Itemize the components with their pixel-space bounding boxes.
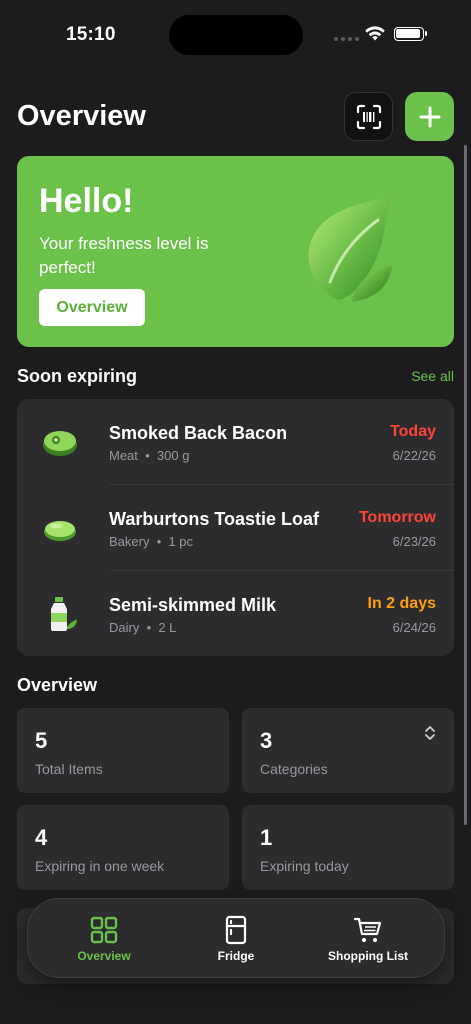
fridge-icon (225, 915, 247, 945)
item-name: Warburtons Toastie Loaf (109, 509, 320, 529)
wifi-icon (365, 26, 385, 41)
item-date: 6/24/26 (392, 620, 436, 635)
tab-label: Overview (77, 949, 131, 963)
item-due-label: Today (390, 423, 436, 440)
item-meta: Meat • 300 g (109, 448, 190, 463)
scan-barcode-button[interactable] (344, 92, 393, 141)
scroll-indicator[interactable] (464, 145, 467, 825)
page-title: Overview (17, 100, 146, 132)
item-name: Semi-skimmed Milk (109, 595, 277, 615)
expiring-list: Smoked Back Bacon Meat • 300 g Today 6/2… (17, 399, 454, 656)
stat-label: Categories (260, 761, 328, 777)
list-item[interactable]: Warburtons Toastie Loaf Bakery • 1 pc To… (17, 485, 454, 571)
hero-subtitle: Your freshness level is perfect! (39, 234, 209, 277)
add-item-button[interactable] (405, 92, 454, 141)
stat-value: 1 (260, 825, 273, 850)
stat-label: Expiring today (260, 858, 349, 874)
battery-icon (394, 27, 427, 41)
stat-value: 3 (260, 728, 273, 753)
hero-title: Hello! (39, 182, 134, 220)
stat-card-categories[interactable]: 3 Categories (242, 708, 454, 793)
stat-value: 4 (35, 825, 48, 850)
stat-label: Expiring in one week (35, 858, 165, 874)
plus-icon (419, 106, 440, 127)
item-name: Smoked Back Bacon (109, 423, 288, 443)
list-item[interactable]: Semi-skimmed Milk Dairy • 2 L In 2 days … (17, 571, 454, 657)
stat-label: Total Items (35, 761, 103, 777)
list-item[interactable]: Smoked Back Bacon Meat • 300 g Today 6/2… (17, 399, 454, 485)
stat-card-expiring-week[interactable]: 4 Expiring in one week (17, 805, 229, 890)
freshness-banner: Hello! Your freshness level is perfect! … (17, 156, 454, 347)
see-all-link[interactable]: See all (400, 368, 454, 384)
status-bar: 15:10 (0, 0, 471, 60)
tab-overview[interactable]: Overview (64, 899, 144, 979)
dynamic-island (169, 15, 303, 55)
stat-value: 5 (35, 728, 48, 753)
cart-icon (353, 917, 382, 942)
stat-card-total-items[interactable]: 5 Total Items (17, 708, 229, 793)
meat-icon (43, 431, 77, 456)
tab-label: Fridge (217, 949, 255, 963)
leaf-icon (308, 196, 392, 302)
grid-icon (90, 916, 118, 944)
item-date: 6/23/26 (392, 534, 436, 549)
item-due-label: Tomorrow (358, 509, 436, 526)
milk-icon (51, 597, 77, 631)
tab-fridge[interactable]: Fridge (196, 899, 276, 979)
item-date: 6/22/26 (392, 448, 436, 463)
hero-overview-button[interactable]: Overview (39, 289, 145, 326)
chevron-up-down-icon[interactable] (424, 725, 436, 741)
item-meta: Bakery • 1 pc (109, 534, 194, 549)
stat-card-expiring-today[interactable]: 1 Expiring today (242, 805, 454, 890)
barcode-scan-icon (356, 104, 381, 129)
overview-section-title: Overview (17, 675, 98, 695)
tab-label: Shopping List (328, 949, 408, 963)
tab-bar: Overview Fridge Shopping List (27, 898, 445, 978)
soon-expiring-title: Soon expiring (17, 366, 138, 386)
item-due-label: In 2 days (367, 595, 436, 612)
status-time: 15:10 (66, 24, 116, 45)
item-meta: Dairy • 2 L (109, 620, 177, 635)
cellular-signal-icon (334, 37, 359, 41)
bread-icon (44, 521, 76, 541)
tab-shopping-list[interactable]: Shopping List (318, 899, 418, 979)
